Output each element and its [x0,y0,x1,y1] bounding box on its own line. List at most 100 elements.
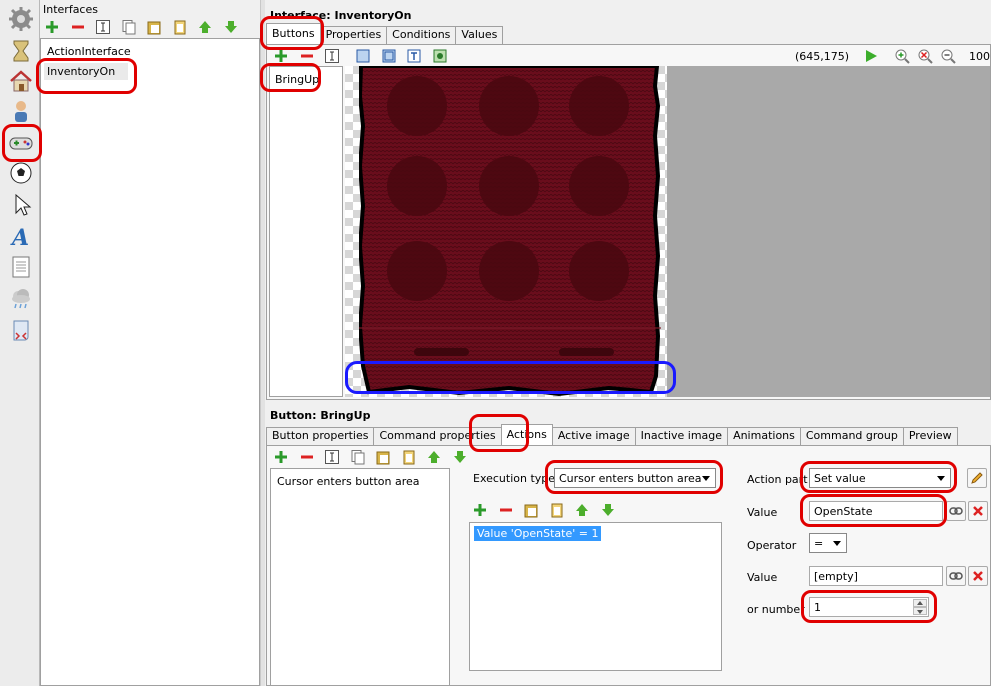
value-field[interactable]: OpenState [809,501,943,521]
execution-type-select[interactable]: Cursor enters button area [554,468,716,488]
chevron-up-icon [917,601,923,605]
add-icon[interactable] [472,502,488,518]
button-title: Button: BringUp [270,409,371,422]
inventory-image[interactable] [359,66,661,397]
tab-command-group[interactable]: Command group [799,427,904,445]
clipboard-icon[interactable] [172,19,188,35]
link-value-button[interactable] [946,501,966,521]
zoom-in-icon[interactable] [894,48,910,64]
events-list: Cursor enters button area [270,468,450,686]
chevron-down-icon [937,476,945,481]
remove-icon[interactable] [299,449,315,465]
copy-icon[interactable] [121,19,137,35]
rename-icon[interactable] [324,48,340,64]
zoom-level: 100 [969,50,990,63]
tab-inactive-image[interactable]: Inactive image [634,427,729,445]
action-item[interactable]: Value 'OpenState' = 1 [474,526,602,541]
move-down-icon[interactable] [223,19,239,35]
event-item[interactable]: Cursor enters button area [277,475,420,488]
rename-icon[interactable] [324,449,340,465]
left-toolbar: A [0,0,40,686]
tab-button-properties[interactable]: Button properties [266,427,375,445]
select-area-icon[interactable] [355,48,371,64]
hourglass-icon[interactable] [8,38,34,64]
link-icon [949,507,963,515]
interface-item-inventoryon[interactable]: InventoryOn [44,63,128,80]
value2-field[interactable]: [empty] [809,566,943,586]
tab-properties[interactable]: Properties [319,26,388,44]
font-icon[interactable]: A [8,223,34,249]
tab-buttons[interactable]: Buttons [266,23,321,44]
interfaces-title: Interfaces [43,3,98,16]
document-icon[interactable] [8,254,34,280]
tab-preview[interactable]: Preview [902,427,958,445]
events-toolbar [273,449,474,465]
tab-animations[interactable]: Animations [727,427,801,445]
tab-actions[interactable]: Actions [500,424,553,445]
move-down-icon[interactable] [452,449,468,465]
interface-title: Interface: InventoryOn [270,9,412,22]
action-part-select[interactable]: Set value [809,468,951,488]
home-icon[interactable] [8,68,34,94]
move-up-icon[interactable] [197,19,213,35]
tab-conditions[interactable]: Conditions [386,26,457,44]
operator-label: Operator [747,539,797,552]
spin-up-button[interactable] [913,599,927,607]
spin-down-button[interactable] [913,607,927,615]
clipboard-icon[interactable] [549,502,565,518]
clipboard-icon[interactable] [401,449,417,465]
svg-text:A: A [10,225,29,249]
image-tool-icon[interactable] [432,48,448,64]
move-up-icon[interactable] [426,449,442,465]
clear-value-button[interactable] [968,501,988,521]
rename-icon[interactable] [95,19,111,35]
paste-icon[interactable] [523,502,539,518]
zoom-out-icon[interactable] [940,48,956,64]
ball-icon[interactable] [8,160,34,186]
chevron-down-icon [917,610,923,614]
operator-select[interactable]: = [809,533,847,553]
copy-icon[interactable] [350,449,366,465]
button-item-bringup[interactable]: BringUp [275,73,319,86]
gear-icon[interactable] [8,6,34,32]
buttons-toolbar [273,48,346,64]
interface-item-actioninterface[interactable]: ActionInterface [47,45,131,58]
cursor-icon[interactable] [8,192,34,218]
add-icon[interactable] [273,48,289,64]
remove-icon[interactable] [299,48,315,64]
link-value2-button[interactable] [946,566,966,586]
pencil-icon [971,472,983,484]
remove-icon[interactable] [70,19,86,35]
canvas-area[interactable] [345,66,990,397]
tab-command-properties[interactable]: Command properties [373,427,502,445]
gamepad-icon[interactable] [8,130,34,156]
add-icon[interactable] [273,449,289,465]
move-down-icon[interactable] [600,502,616,518]
or-number-field[interactable]: 1 [809,597,929,617]
tab-active-image[interactable]: Active image [551,427,636,445]
interface-tabs: Buttons Properties Conditions Values [266,23,504,44]
editor-toolbar [355,48,454,64]
paste-icon[interactable] [375,449,391,465]
edit-button[interactable] [967,468,987,488]
zoom-reset-icon[interactable] [917,48,933,64]
execution-type-value: Cursor enters button area [559,472,702,485]
resize-icon[interactable] [381,48,397,64]
value-label: Value [747,506,778,519]
chevron-down-icon [702,476,710,481]
tab-values[interactable]: Values [455,26,504,44]
splitter[interactable] [260,0,265,686]
weather-icon[interactable] [8,285,34,311]
script-icon[interactable] [8,317,34,343]
play-icon[interactable] [863,48,879,64]
character-icon[interactable] [8,98,34,124]
button-tabs: Button properties Command properties Act… [266,424,958,445]
move-up-icon[interactable] [574,502,590,518]
add-icon[interactable] [44,19,60,35]
text-tool-icon[interactable] [406,48,422,64]
close-icon [973,571,983,581]
interfaces-header: Interfaces [40,0,260,40]
clear-value2-button[interactable] [968,566,988,586]
paste-icon[interactable] [146,19,162,35]
remove-icon[interactable] [498,502,514,518]
